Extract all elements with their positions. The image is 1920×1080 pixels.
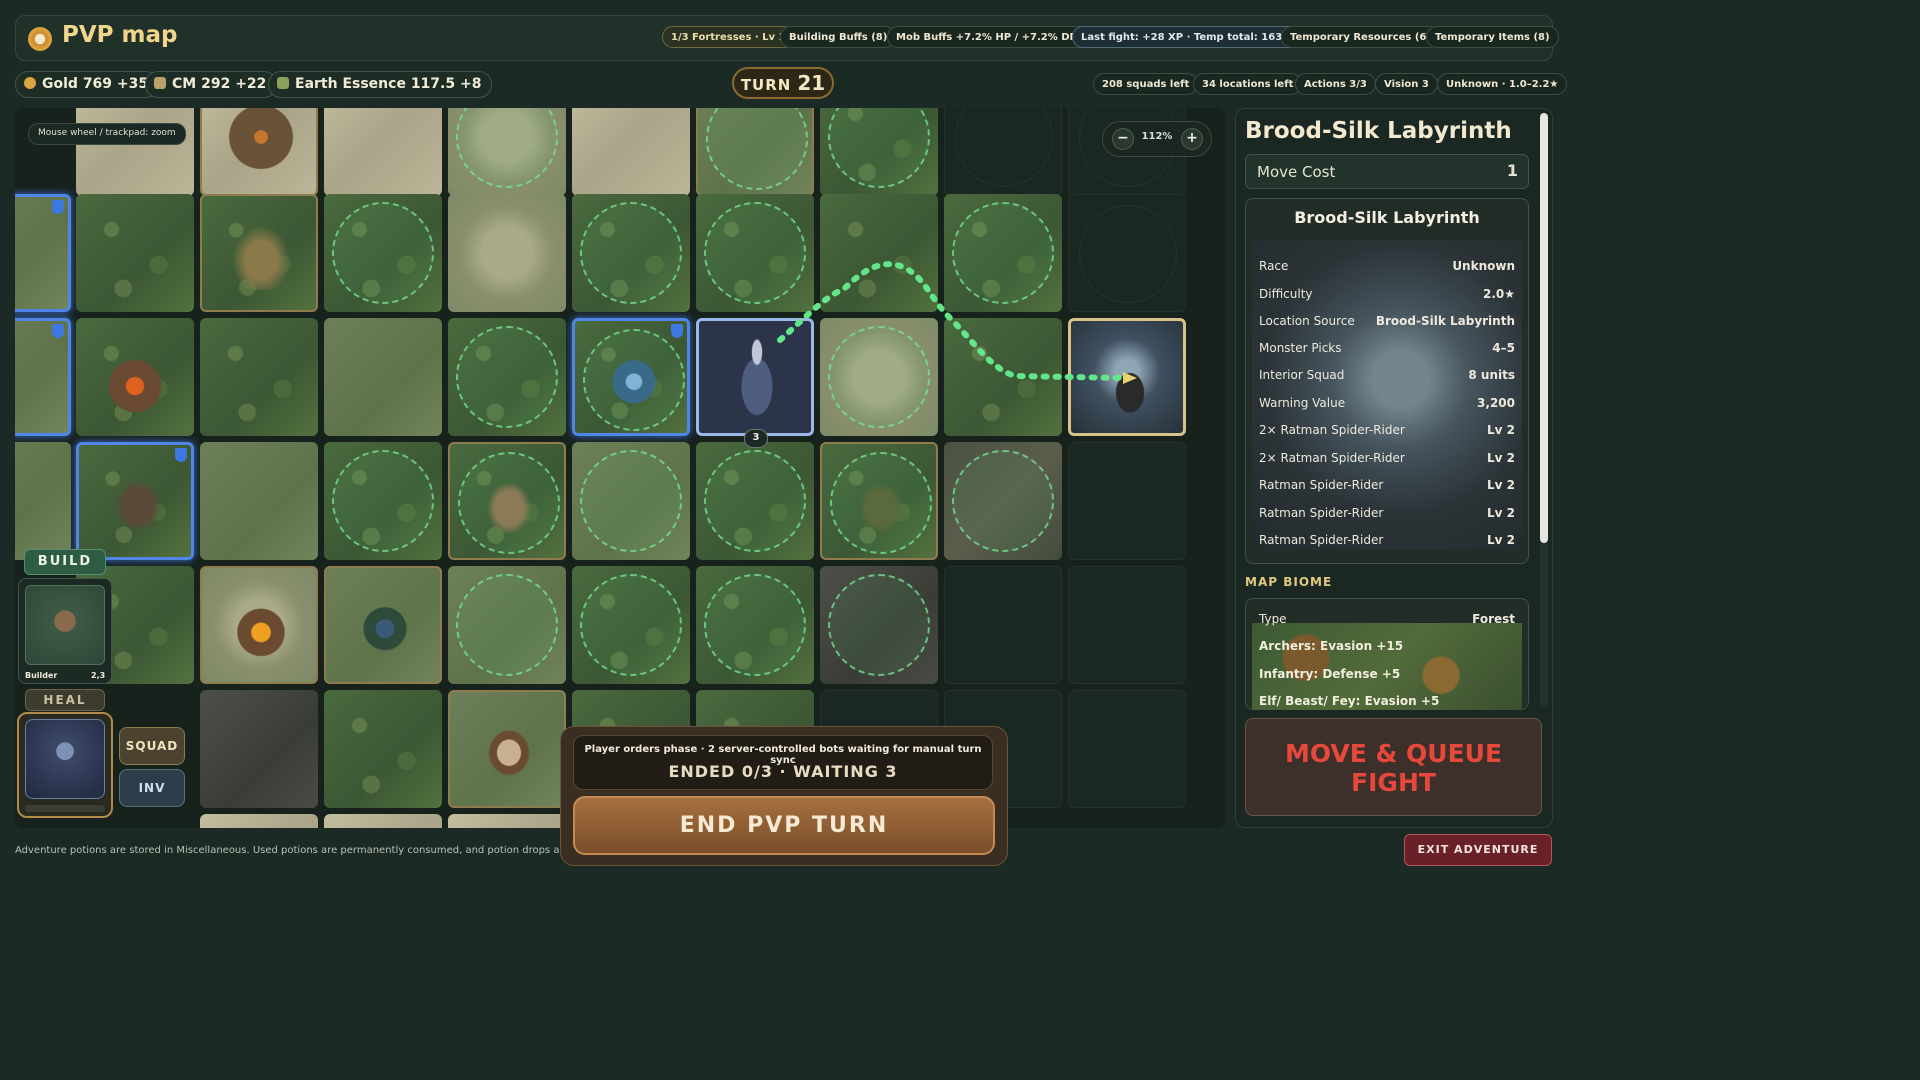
panel-scroll-thumb[interactable] <box>1540 113 1548 543</box>
move-cost-value: 1 <box>1506 161 1518 180</box>
unknown-difficulty-chip: Unknown · 1.0–2.2★ <box>1437 73 1568 95</box>
location-title: Brood-Silk Labyrinth <box>1245 118 1512 144</box>
resource-delta: +35 <box>116 76 149 92</box>
biome-type-value: Forest <box>1472 612 1515 626</box>
map-grid[interactable] <box>15 108 1225 828</box>
biome-buff: Archers: Evasion +15 <box>1259 639 1404 653</box>
building-buffs-chip[interactable]: Building Buffs (8) <box>780 26 897 48</box>
inventory-button[interactable]: INV <box>119 769 185 807</box>
builder-position: 2,3 <box>91 671 106 680</box>
fortresses-chip[interactable]: 1/3 Fortresses · Lv 1 <box>662 26 795 48</box>
end-turn-button[interactable]: END PVP TURN <box>573 796 995 855</box>
builder-portrait-icon <box>25 585 105 665</box>
zoom-out-button[interactable]: − <box>1112 128 1134 150</box>
resource-name: Gold <box>42 76 78 92</box>
resource-value: 292 <box>201 76 231 92</box>
earth-essence-icon <box>277 76 289 89</box>
resource-delta: +22 <box>235 76 267 92</box>
footnote: Adventure potions are stored in Miscella… <box>15 845 560 856</box>
compass-icon <box>28 27 52 51</box>
temporary-resources-chip[interactable]: Temporary Resources (6) <box>1281 26 1440 48</box>
resource-value: 117.5 <box>410 76 456 92</box>
zoom-level: 112% <box>1141 131 1173 142</box>
temporary-items-chip[interactable]: Temporary Items (8) <box>1426 26 1559 48</box>
turn-number: 21 <box>797 71 826 95</box>
cm-icon <box>154 76 166 89</box>
resource-name: CM <box>172 76 197 92</box>
resource-gold: Gold 769 +35 <box>15 71 160 98</box>
squad-button[interactable]: SQUAD <box>119 727 185 765</box>
zoom-in-button[interactable]: + <box>1181 128 1203 150</box>
heal-button[interactable]: HEAL <box>25 689 105 711</box>
location-card-title: Brood-Silk Labyrinth <box>1294 208 1480 227</box>
turn-counter: TURN 21 <box>732 67 834 99</box>
actions-chip: Actions 3/3 <box>1295 73 1376 95</box>
hero-health-bar <box>25 805 105 812</box>
mob-buffs-chip[interactable]: Mob Buffs +7.2% HP / +7.2% DMG <box>887 26 1097 48</box>
resource-value: 769 <box>82 76 113 92</box>
hero-portrait-icon <box>25 719 105 799</box>
builder-name: Builder <box>25 671 58 680</box>
zoom-hint: Mouse wheel / trackpad: zoom <box>28 123 186 145</box>
path-arrow-icon <box>1123 372 1137 384</box>
locations-left-chip: 34 locations left <box>1193 73 1303 95</box>
last-fight-chip[interactable]: Last fight: +28 XP · Temp total: 163 XP <box>1072 26 1310 48</box>
gold-coin-icon <box>24 76 36 89</box>
biome-type-label: Type <box>1259 612 1287 626</box>
biome-buff: Elf/ Beast/ Fey: Evasion +5 <box>1259 694 1440 708</box>
move-and-queue-fight-button[interactable]: MOVE & QUEUE FIGHT <box>1245 718 1542 816</box>
biome-section-label: MAP BIOME <box>1245 575 1333 589</box>
resource-cm: CM 292 +22 <box>145 71 278 98</box>
squads-left-chip: 208 squads left <box>1093 73 1199 95</box>
biome-type-row: Type Forest <box>1259 612 1515 626</box>
turn-label: TURN <box>740 76 792 94</box>
movement-path <box>777 261 1137 384</box>
biome-buff: Infantry: Defense +5 <box>1259 667 1401 681</box>
resource-earth-essence: Earth Essence 117.5 +8 <box>268 71 493 98</box>
resource-name: Earth Essence <box>295 76 406 92</box>
move-cost-label: Move Cost <box>1257 163 1336 181</box>
resource-delta: +8 <box>459 76 482 92</box>
turn-status: ENDED 0/3 · WAITING 3 <box>668 762 898 781</box>
exit-adventure-button[interactable]: EXIT ADVENTURE <box>1404 834 1552 866</box>
hero-squad-count: 3 <box>744 429 768 448</box>
vision-chip: Vision 3 <box>1375 73 1438 95</box>
build-button[interactable]: BUILD <box>24 549 106 575</box>
page-title: PVP map <box>62 22 178 48</box>
